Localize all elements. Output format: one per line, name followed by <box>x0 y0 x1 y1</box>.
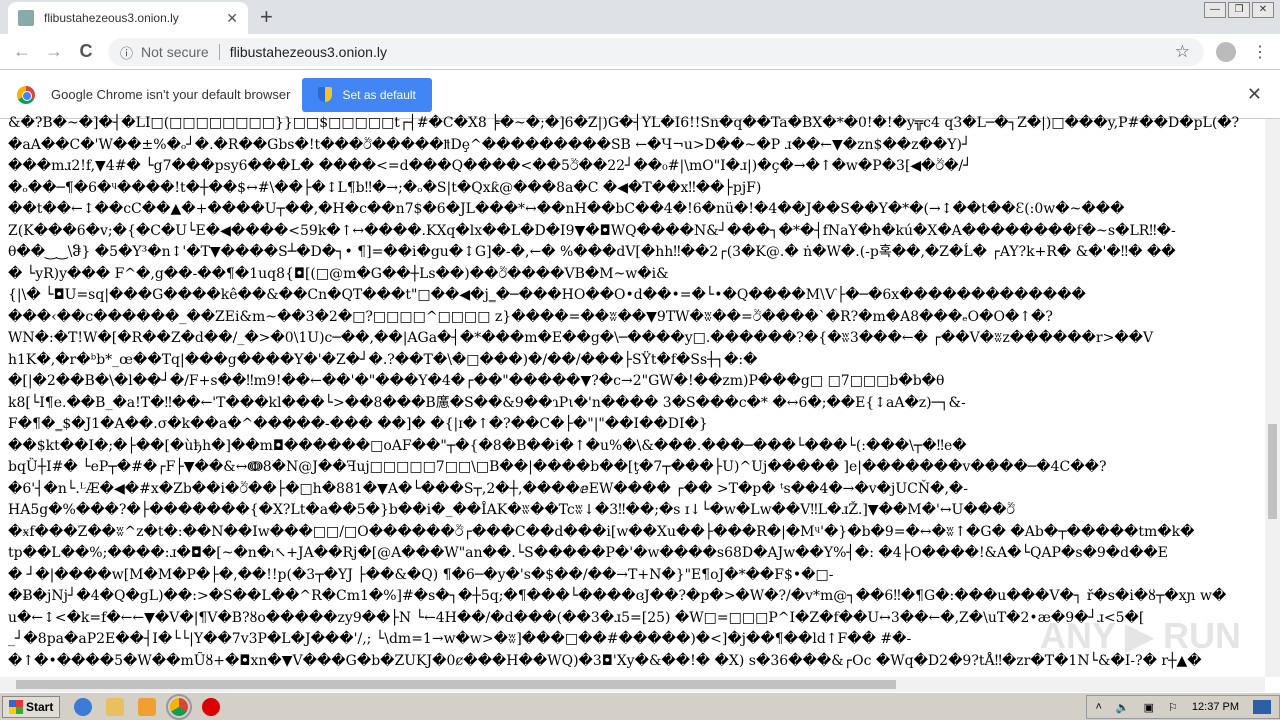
garbled-text-line: HA5g�%���?�├�������{�X?Lt�a��5�}b��i�_��… <box>8 502 1016 518</box>
horizontal-scroll-thumb[interactable] <box>16 680 896 689</box>
infobar-message: Google Chrome isn't your default browser <box>51 87 291 102</box>
garbled-text-line: θ��‿‿\ჵ} �5�Y³�n↕'�T▼����S┴�D�┐• ¶]=��i�… <box>8 244 1176 260</box>
garbled-text-line: ��t��←↕��cC��▲�+����U┬��,�H�c��n7$�6�JL�… <box>8 201 1125 217</box>
ie-icon[interactable] <box>74 697 93 716</box>
garbled-text-line: �aA��C�'W��±%�ₒ┘�.�R��Gbs�!t���ඊ�����₶Dȩ… <box>8 136 971 153</box>
opera-icon[interactable] <box>202 697 221 716</box>
explorer-icon[interactable] <box>106 697 125 716</box>
garbled-text-line: ���‹��c������_��ZEi&m~��3�2�□?□□□□^□□□□ … <box>8 308 1053 325</box>
garbled-text-line: h1K�,�r�ᵇb*_œ��Tq|���g����Y�'�Z�┘�.?��T�… <box>8 351 758 368</box>
restore-button[interactable]: ❐ <box>1228 2 1250 18</box>
start-label: Start <box>26 699 54 714</box>
taskbar: Start ˄ 🔈 ▣ ⚐ 12:37 PM <box>0 692 1280 720</box>
anyrun-watermark: ANY ▶ RUN <box>1040 615 1242 656</box>
garbled-text-line: k8[└I¶e.��B_�a!T�‼��←'T���kl���└>��8���B… <box>8 394 966 411</box>
set-as-default-button[interactable]: Set as default <box>302 77 432 112</box>
clock[interactable]: 12:37 PM <box>1192 701 1239 713</box>
browser-toolbar: ← → C ⓘ Not secure flibustahezeous3.onio… <box>0 34 1280 70</box>
default-browser-infobar: Google Chrome isn't your default browser… <box>0 71 1280 119</box>
garbled-text-line: �[|�2��B�\�l��┘�/F+s��‼m9!��←��'�"���Y�4… <box>8 373 945 389</box>
forward-button[interactable]: → <box>38 41 70 62</box>
garbled-text-line: � ┘�|����w[M�M�P�├�,��!!p(�3┬�YJ ├��&�Q)… <box>8 566 834 583</box>
profile-avatar[interactable] <box>1216 42 1236 62</box>
garbled-text-line: bqȔ┼I#� └eP┬�#�┌F├▼��&↔ↈ8�N@J��ꟻuj□□□□□7… <box>8 459 1107 475</box>
media-player-icon[interactable] <box>138 697 157 716</box>
chrome-logo-icon <box>17 85 35 104</box>
show-desktop-icon[interactable] <box>1253 700 1271 714</box>
back-button[interactable]: ← <box>6 41 38 62</box>
vertical-scroll-thumb[interactable] <box>1268 424 1277 519</box>
tray-expand-icon[interactable]: ˄ <box>1095 701 1101 713</box>
minimize-button[interactable]: — <box>1204 2 1226 18</box>
bookmark-star-icon[interactable]: ☆ <box>1175 42 1190 62</box>
garbled-text-line: {|\� └◘U=sq|���G����kê��&��Cn�QT���t"□��… <box>8 287 1086 303</box>
network-warning-icon[interactable]: ▣ <box>1144 701 1154 714</box>
not-secure-label[interactable]: Not secure <box>141 44 209 60</box>
windows-logo-icon <box>9 699 23 714</box>
horizontal-scrollbar[interactable] <box>0 677 1265 692</box>
garbled-text-line: &�?B�~�]�┤�LI□(□□□□□□□□}}□□$□□□□□t┌┤#�C�… <box>8 115 1240 131</box>
page-content: &�?B�~�]�┤�LI□(□□□□□□□□}}□□$□□□□□t┌┤#�C�… <box>0 113 1265 671</box>
vertical-scrollbar[interactable] <box>1265 119 1280 677</box>
infobar-close-icon[interactable]: ✕ <box>1247 84 1262 105</box>
new-tab-button[interactable]: + <box>260 4 273 30</box>
address-bar[interactable]: ⓘ Not secure flibustahezeous3.onion.ly ☆ <box>108 38 1204 66</box>
tab-active[interactable]: flibustahezeous3.onion.ly ✕ <box>8 2 248 34</box>
garbled-text-line: �6'┤�n└.ᴸÆ�◀�#x�Zb��i�ඊ��├�□h�881�▼A�└��… <box>8 480 969 497</box>
action-center-flag-icon[interactable]: ⚐ <box>1168 701 1178 714</box>
garbled-text-line: ���mɹ2!f,▼4#� └g7���psy6���L� ����<=d���… <box>8 158 972 174</box>
garbled-text-line: �Ƀ�jNj┘�4�Q�gL)��:>�S��L��^R�Cm1�%]#�s�┐… <box>8 588 1227 604</box>
garbled-text-line: �ₒ��─¶�6�ᶣ����!t�┼��$↔#\��├�↕L¶b‼�→;�ₒ�S… <box>8 179 762 196</box>
garbled-text-line: ��$kt��I�;�├��[�ùђh�]��m◘������□oAF��"┬�… <box>8 437 967 454</box>
info-icon[interactable]: ⓘ <box>120 43 133 62</box>
garbled-text-line: � └yR)y��� F^�,g��-��¶�1uq8{◘[(□@m�G��┼L… <box>8 265 669 282</box>
reload-button[interactable]: C <box>70 41 102 62</box>
tab-strip: flibustahezeous3.onion.ly ✕ + — ❐ ✕ <box>0 0 1280 34</box>
divider <box>218 44 220 60</box>
set-as-default-label: Set as default <box>342 87 416 102</box>
volume-icon[interactable]: 🔈 <box>1116 701 1130 714</box>
garbled-text-line: F�¶�‗$�J1�A��.σ�k��a�^�����-��� ��]� �{|… <box>8 416 708 432</box>
garbled-text-line: Z(K���6�v;�{�C�U└E�◀����<59k�↑↔����.KXq�… <box>8 222 1176 239</box>
tab-title: flibustahezeous3.onion.ly <box>44 11 179 25</box>
uac-shield-icon <box>318 87 333 102</box>
tab-close-icon[interactable]: ✕ <box>226 10 238 27</box>
system-tray: ˄ 🔈 ▣ ⚐ 12:37 PM <box>1086 695 1280 719</box>
garbled-text-line: �ӿf���Z��ʬ^z�t�:��N��Iw���□□/□O������ඊ┌�… <box>8 523 1195 540</box>
url-text[interactable]: flibustahezeous3.onion.ly <box>230 44 387 60</box>
start-button[interactable]: Start <box>2 695 61 718</box>
chrome-taskbar-icon[interactable] <box>166 693 193 720</box>
garbled-text-line: tp��L��%;����:ɹ�◘�[~�n�ₗ↖+JA��Rj�[@A���W… <box>8 545 1169 561</box>
menu-icon[interactable]: ⋮ <box>1252 42 1268 62</box>
garbled-text-line: WN�:�T!W�[�R��Z�d��/_�>�0\1U)c─��,��|AGa… <box>8 330 1154 346</box>
window-close-button[interactable]: ✕ <box>1252 2 1274 18</box>
site-favicon-icon <box>18 10 34 26</box>
